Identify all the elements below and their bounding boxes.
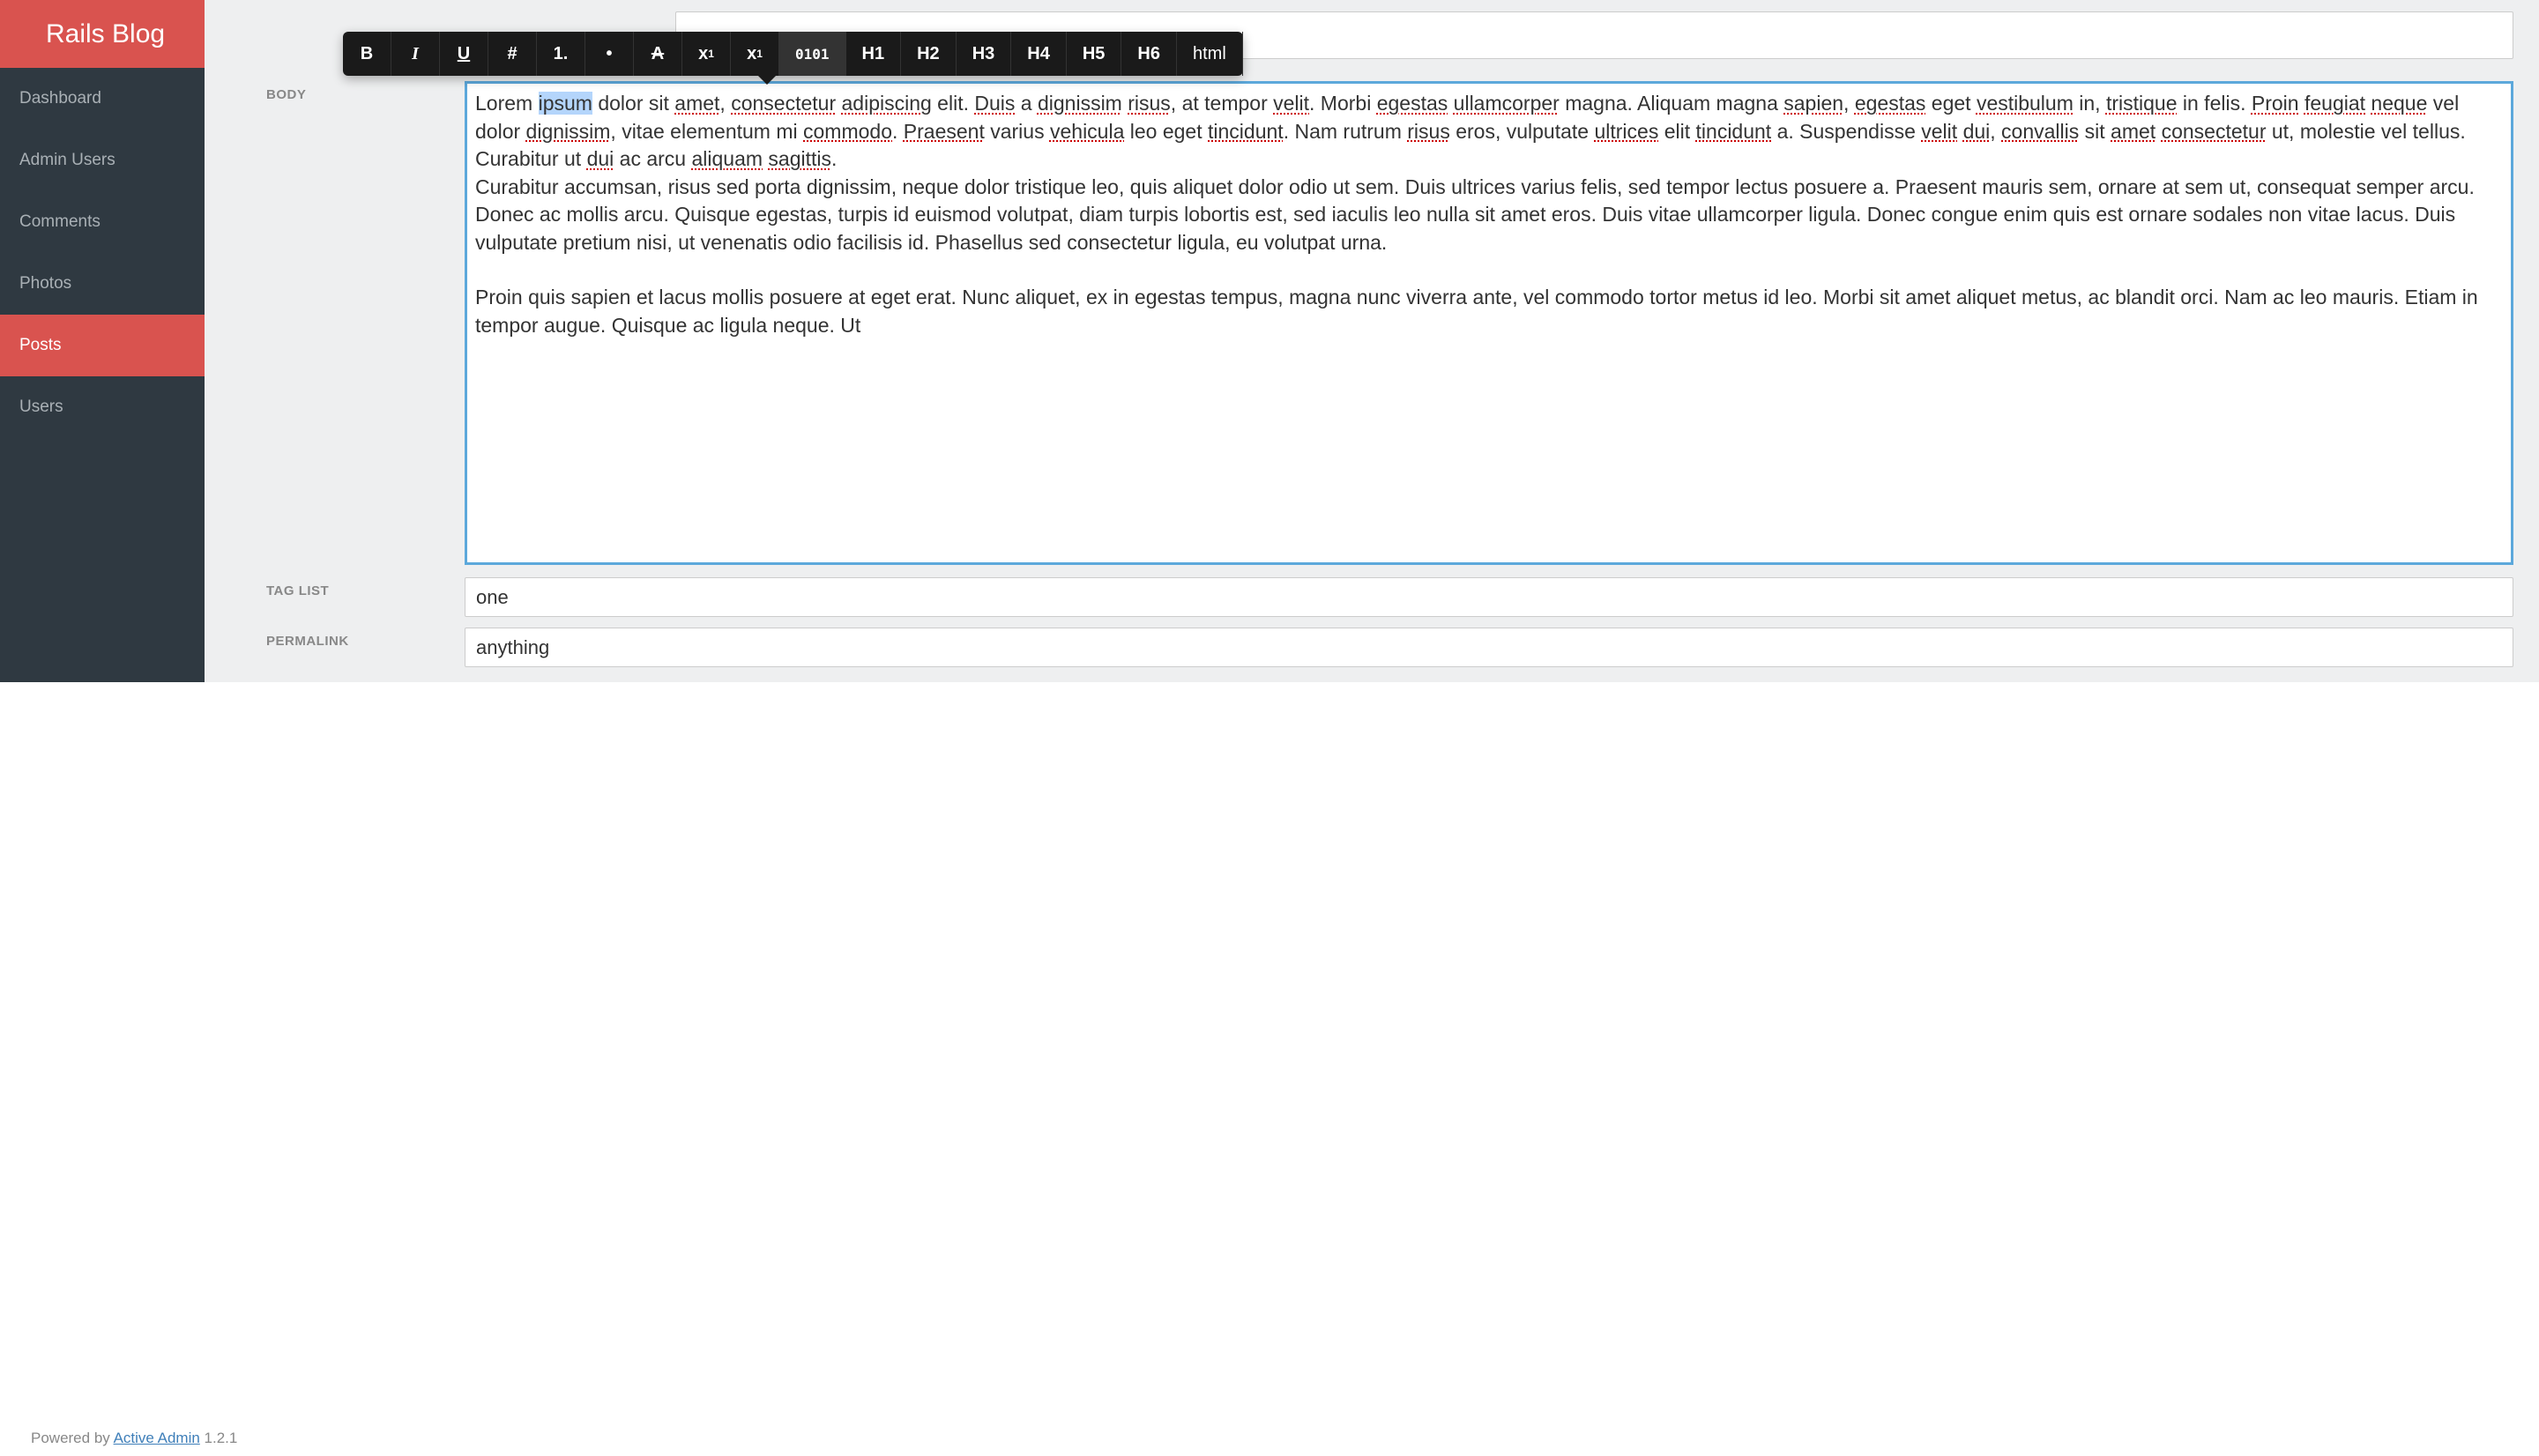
sidebar-item-dashboard[interactable]: Dashboard: [0, 68, 205, 130]
html-button[interactable]: html: [1177, 32, 1243, 76]
code-button[interactable]: 0101: [779, 32, 846, 76]
tag-list-label: TAG LIST: [266, 583, 329, 598]
toolbar-arrow-icon: [757, 75, 777, 85]
permalink-input[interactable]: [465, 628, 2513, 667]
h1-button[interactable]: H1: [846, 32, 902, 76]
bullet-list-button[interactable]: •: [585, 32, 634, 76]
footer-prefix: Powered by: [31, 1430, 114, 1446]
footer-version: 1.2.1: [200, 1430, 238, 1446]
h5-button[interactable]: H5: [1067, 32, 1122, 76]
sidebar-nav: Dashboard Admin Users Comments Photos Po…: [0, 68, 205, 438]
editor-toolbar: B I U # 1. • A x1 x1 0101 H1 H2 H3 H4 H5…: [343, 32, 1243, 76]
h4-button[interactable]: H4: [1011, 32, 1067, 76]
footer: Powered by Active Admin 1.2.1: [0, 1421, 2539, 1456]
body-paragraph-3: Proin quis sapien et lacus mollis posuer…: [475, 284, 2503, 339]
body-paragraph-2: Curabitur accumsan, risus sed porta dign…: [475, 174, 2503, 257]
main-content: BODY Lorem ipsum dolor sit amet, consect…: [205, 0, 2539, 682]
strikethrough-button[interactable]: A: [634, 32, 682, 76]
body-editor[interactable]: Lorem ipsum dolor sit amet, consectetur …: [465, 81, 2513, 565]
subscript-button[interactable]: x1: [682, 32, 731, 76]
sidebar-item-comments[interactable]: Comments: [0, 191, 205, 253]
selected-text: ipsum: [539, 92, 592, 115]
app-title: Rails Blog: [0, 0, 205, 68]
sidebar: Rails Blog Dashboard Admin Users Comment…: [0, 0, 205, 682]
sidebar-item-photos[interactable]: Photos: [0, 253, 205, 315]
superscript-button[interactable]: x1: [731, 32, 779, 76]
sidebar-item-posts[interactable]: Posts: [0, 315, 205, 376]
footer-link[interactable]: Active Admin: [114, 1430, 200, 1446]
h3-button[interactable]: H3: [957, 32, 1012, 76]
body-label: BODY: [266, 87, 306, 102]
bold-button[interactable]: B: [343, 32, 391, 76]
italic-button[interactable]: I: [391, 32, 440, 76]
body-paragraph-1: Lorem ipsum dolor sit amet, consectetur …: [475, 90, 2503, 174]
sidebar-item-users[interactable]: Users: [0, 376, 205, 438]
sidebar-item-admin-users[interactable]: Admin Users: [0, 130, 205, 191]
hash-button[interactable]: #: [488, 32, 537, 76]
ordered-list-button[interactable]: 1.: [537, 32, 585, 76]
underline-button[interactable]: U: [440, 32, 488, 76]
permalink-label: PERMALINK: [266, 634, 349, 649]
tag-list-input[interactable]: [465, 577, 2513, 617]
h2-button[interactable]: H2: [901, 32, 957, 76]
h6-button[interactable]: H6: [1121, 32, 1177, 76]
